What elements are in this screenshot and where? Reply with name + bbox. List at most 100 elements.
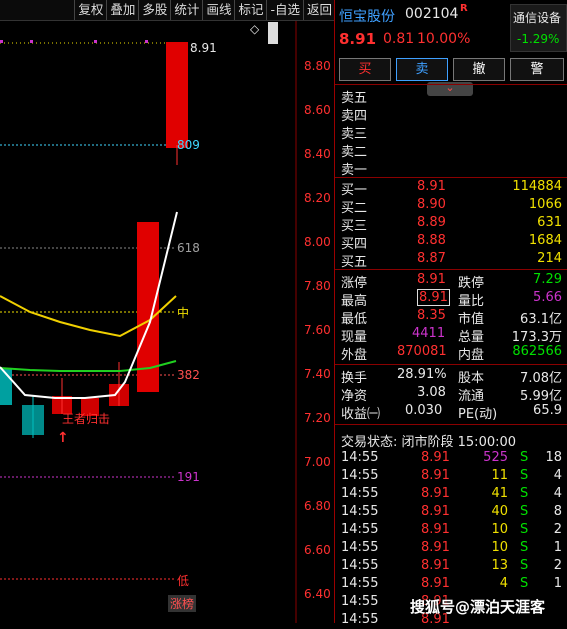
tick-time: 14:55	[341, 558, 379, 573]
stat-value: 5.66	[533, 290, 562, 305]
tick-time: 14:55	[341, 486, 379, 501]
stat-key: 最低	[341, 312, 368, 327]
annotation-text: 王者归击	[62, 412, 111, 426]
tick-row: 14:55 8.91 11 S 4	[335, 468, 567, 485]
rank-badge[interactable]: 涨榜	[168, 595, 197, 612]
tick-volume: 4	[499, 576, 508, 591]
bid-row[interactable]: 买三 8.89 631	[335, 215, 567, 234]
sector-pct: -1.29%	[517, 32, 560, 46]
bid-label: 买三	[341, 219, 368, 234]
divider	[335, 364, 567, 365]
tick-volume: 10	[491, 522, 508, 537]
divider	[335, 269, 567, 270]
toolbar-huaxian[interactable]: 画线	[202, 0, 234, 20]
buy-button[interactable]: 买	[339, 58, 391, 81]
stat-key: 换手	[341, 371, 368, 386]
tick-count: 2	[553, 558, 562, 573]
sector-name: 通信设备	[513, 11, 562, 25]
tick-row: 14:55 8.91 4 S 1	[335, 576, 567, 593]
bid-row[interactable]: 买五 8.87 214	[335, 251, 567, 270]
stat-key: 涨停	[341, 276, 368, 291]
stat-key: 总量	[458, 330, 485, 345]
stat-key: 净资	[341, 389, 368, 404]
tick-side: S	[520, 522, 529, 537]
tick-side: S	[520, 558, 529, 573]
tick-time: 14:55	[341, 522, 379, 537]
stock-code: 002104	[405, 6, 459, 22]
sector-box[interactable]: 通信设备 -1.29%	[510, 4, 567, 52]
toolbar-zixuan[interactable]: -自选	[266, 0, 303, 20]
stock-name: 恒宝股份	[339, 9, 395, 25]
tick-volume: 13	[491, 558, 508, 573]
quote-panel: 恒宝股份 002104 R 通信设备 -1.29% 8.91 0.81 10.0…	[334, 0, 567, 627]
bid-label: 买二	[341, 201, 368, 216]
stat-value: 4411	[412, 326, 446, 341]
stat-value: 5.99亿	[520, 389, 562, 404]
stat-value: 3.08	[417, 385, 446, 400]
stat-value: 7.08亿	[520, 371, 562, 386]
tick-side: S	[520, 576, 529, 591]
stat-key: 量比	[458, 294, 485, 309]
tick-count: 1	[553, 576, 562, 591]
stat-value: 8.35	[417, 308, 446, 323]
bid-price: 8.87	[417, 251, 446, 266]
tick-count: 1	[553, 540, 562, 555]
ask-label: 卖三	[341, 127, 368, 142]
divider	[335, 177, 567, 178]
tick-volume: 525	[483, 450, 508, 465]
stat-value: 8.91	[417, 289, 450, 306]
tick-count: 18	[545, 450, 562, 465]
stat-key: PE(动)	[458, 407, 498, 422]
ask-label: 卖四	[341, 109, 368, 124]
toolbar-tongji[interactable]: 统计	[170, 0, 202, 20]
tick-time: 14:55	[341, 450, 379, 465]
stat-value: 8.91	[417, 272, 446, 287]
toolbar-diejia[interactable]: 叠加	[106, 0, 138, 20]
price-change: 0.81	[383, 31, 415, 47]
bid-volume: 114884	[512, 179, 562, 194]
toolbar-biaoji[interactable]: 标记	[234, 0, 266, 20]
kline-chart[interactable]: 复权 叠加 多股 统计 画线 标记 -自选 返回 ◇ 8.91 809 618 …	[0, 0, 335, 623]
tick-side: S	[520, 486, 529, 501]
bid-label: 买五	[341, 255, 368, 270]
tick-volume: 41	[491, 486, 508, 501]
tick-row: 14:55 8.91 10 S 2	[335, 522, 567, 539]
bid-label: 买四	[341, 237, 368, 252]
tick-volume: 10	[491, 540, 508, 555]
sell-button[interactable]: 卖	[396, 58, 448, 81]
bid-row[interactable]: 买一 8.91 114884	[335, 179, 567, 198]
tick-time: 14:55	[341, 468, 379, 483]
tick-price: 8.91	[421, 540, 450, 555]
stat-key: 外盘	[341, 348, 368, 363]
tick-time: 14:55	[341, 576, 379, 591]
bid-row[interactable]: 买二 8.90 1066	[335, 197, 567, 216]
tick-count: 4	[553, 486, 562, 501]
axis-tick: 7.80	[304, 279, 331, 293]
cancel-button[interactable]: 撤	[453, 58, 505, 81]
high-price-label: 8.91	[190, 41, 217, 55]
stat-value: 65.9	[533, 403, 562, 418]
price-pct: 10.00%	[417, 31, 471, 47]
alert-button[interactable]: 警	[510, 58, 564, 81]
fib-label-low: 低	[177, 574, 190, 588]
axis-tick: 8.20	[304, 191, 331, 205]
scroll-thumb[interactable]	[268, 22, 278, 44]
tick-volume: 40	[491, 504, 508, 519]
stat-key: 内盘	[458, 348, 485, 363]
tick-price: 8.91	[421, 486, 450, 501]
axis-tick: 6.60	[304, 543, 331, 557]
toolbar-fuquan[interactable]: 复权	[74, 0, 106, 20]
tick-price: 8.91	[421, 468, 450, 483]
bid-price: 8.89	[417, 215, 446, 230]
bid-volume: 631	[537, 215, 562, 230]
ask-label: 卖二	[341, 145, 368, 160]
diamond-icon[interactable]: ◇	[250, 22, 259, 36]
bid-row[interactable]: 买四 8.88 1684	[335, 233, 567, 252]
toolbar-duogu[interactable]: 多股	[138, 0, 170, 20]
stat-key: 最高	[341, 294, 368, 309]
axis-tick: 8.60	[304, 103, 331, 117]
tick-row: 14:55 8.91 41 S 4	[335, 486, 567, 503]
toolbar-back[interactable]: 返回	[302, 0, 335, 20]
tick-price: 8.91	[421, 522, 450, 537]
stat-value: 7.29	[533, 272, 562, 287]
